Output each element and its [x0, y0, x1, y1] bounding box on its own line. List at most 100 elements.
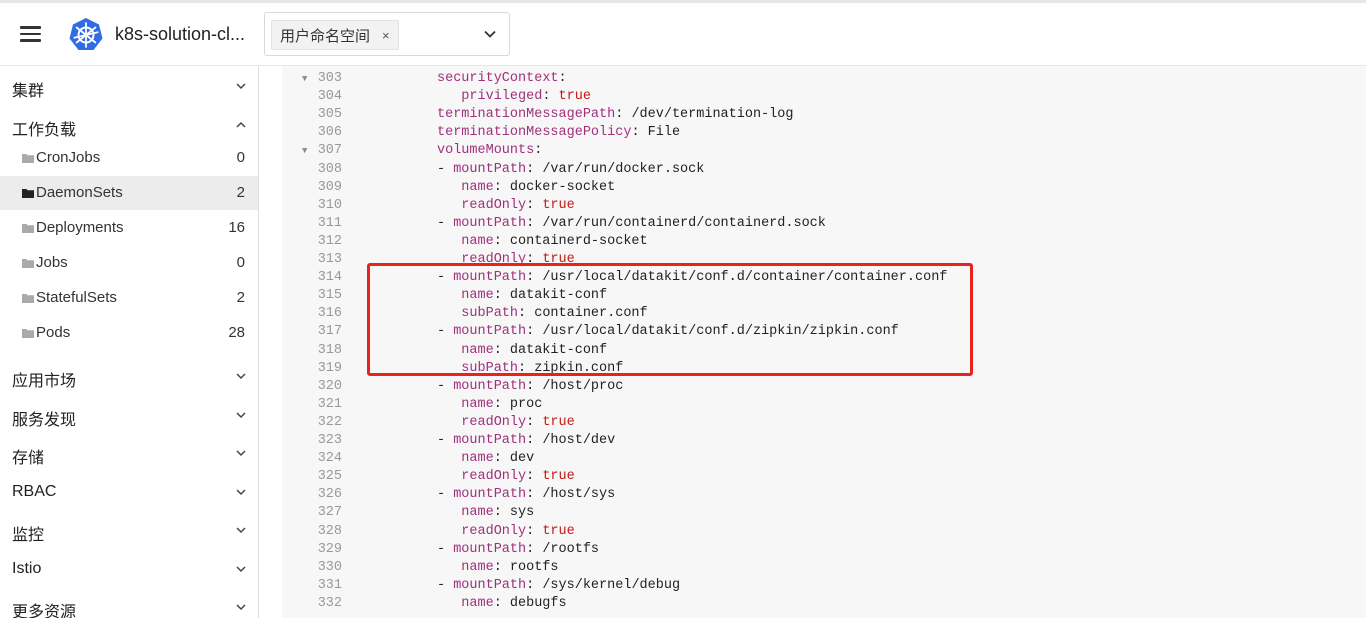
namespace-chip-label: 用户命名空间 [280, 27, 371, 45]
sidebar-item-pods[interactable]: Pods 28 [0, 316, 258, 350]
fold-toggle-icon[interactable]: ▼ [302, 142, 307, 160]
code-line: 316 subPath: container.conf [282, 305, 1366, 323]
line-number: 318 [317, 342, 342, 358]
close-icon[interactable]: × [382, 28, 390, 43]
yaml-key: name [461, 396, 494, 412]
yaml-key: terminationMessagePath [437, 107, 616, 123]
yaml-key: subPath [461, 360, 519, 376]
code-content: - mountPath: /host/sys [437, 487, 616, 503]
chevron-down-icon[interactable] [235, 563, 247, 575]
yaml-value: debugfs [509, 595, 567, 611]
sidebar-section-label: 工作负载 [12, 122, 77, 139]
yaml-value: /host/dev [542, 433, 616, 448]
code-line: 332 name: debugfs [282, 595, 1366, 613]
code-content: readOnly: true [461, 414, 575, 430]
code-line: 311 - mountPath: /var/run/containerd/cont… [282, 215, 1366, 233]
line-number: 322 [317, 414, 342, 430]
line-number: 311 [317, 215, 342, 231]
sidebar-section-5[interactable]: RBAC [0, 474, 258, 510]
code-line: 326 - mountPath: /host/sys [282, 486, 1366, 504]
code-content: privileged: true [461, 89, 591, 105]
line-number: 303 [317, 71, 342, 86]
fold-toggle-icon[interactable]: ▼ [302, 70, 307, 88]
code-content: - mountPath: /var/run/containerd/contain… [437, 215, 826, 231]
yaml-key: mountPath [453, 324, 527, 340]
code-content: readOnly: true [461, 252, 575, 267]
line-number: 325 [317, 469, 342, 485]
sidebar-item-cronjobs[interactable]: CronJobs 0 [0, 141, 258, 175]
sidebar-item-daemonsets[interactable]: DaemonSets 2 [0, 176, 258, 210]
sidebar-item-count: 28 [228, 324, 245, 341]
sidebar-item-jobs[interactable]: Jobs 0 [0, 246, 258, 280]
line-number: 313 [317, 252, 342, 267]
code-content: name: rootfs [461, 559, 559, 575]
yaml-value: /var/run/containerd/containerd.sock [542, 215, 826, 231]
sidebar-section-3[interactable]: 服务发现 [0, 397, 258, 433]
chevron-down-icon[interactable] [235, 524, 247, 536]
code-line: 328 readOnly: true [282, 523, 1366, 541]
yaml-key: terminationMessagePolicy [437, 125, 632, 141]
yaml-value: container.conf [534, 306, 648, 322]
sidebar-section-7[interactable]: Istio [0, 551, 258, 587]
chevron-down-icon[interactable] [235, 80, 247, 92]
sidebar-item-count: 0 [236, 254, 245, 271]
code-content: - mountPath: /usr/local/datakit/conf.d/c… [437, 270, 948, 286]
kubernetes-logo-icon[interactable] [68, 17, 104, 53]
code-line: 321 name: proc [282, 396, 1366, 414]
yaml-editor[interactable]: ▼ 303 securityContext: 304 privileged: true 3… [282, 66, 1366, 618]
code-line: 305 terminationMessagePath: /dev/terminat… [282, 106, 1366, 124]
chevron-down-icon[interactable] [483, 27, 497, 41]
code-content: name: proc [461, 396, 543, 412]
sidebar-section-label: 监控 [12, 527, 45, 544]
code-line: 325 readOnly: true [282, 468, 1366, 486]
sidebar-section-8[interactable]: 更多资源 [0, 589, 258, 618]
line-number: 314 [317, 270, 342, 286]
yaml-value: /usr/local/datakit/conf.d/zipkin/zipkin.… [542, 324, 899, 340]
yaml-value: proc [509, 396, 543, 412]
yaml-key: readOnly [461, 197, 527, 213]
sidebar-section-2[interactable]: 应用市场 [0, 358, 258, 394]
code-line: 330 name: rootfs [282, 559, 1366, 577]
yaml-key: name [461, 342, 494, 358]
yaml-key: mountPath [453, 270, 527, 286]
namespace-select[interactable]: 用户命名空间 × [264, 12, 510, 56]
chevron-up-icon[interactable] [235, 119, 247, 131]
chevron-down-icon[interactable] [235, 447, 247, 459]
sidebar-section-label: Istio [12, 559, 42, 577]
code-line: 329 - mountPath: /rootfs [282, 541, 1366, 559]
hamburger-icon[interactable] [20, 26, 42, 42]
line-number: 310 [317, 197, 342, 213]
yaml-key: name [461, 559, 494, 575]
sidebar-section-6[interactable]: 监控 [0, 512, 258, 548]
sidebar-item-deployments[interactable]: Deployments 16 [0, 211, 258, 245]
code-content: name: containerd-socket [461, 233, 648, 249]
code-content: name: debugfs [461, 595, 567, 611]
code-line: 313 readOnly: true [282, 251, 1366, 269]
yaml-key: name [461, 233, 494, 249]
chevron-down-icon[interactable] [235, 601, 247, 613]
chevron-down-icon[interactable] [235, 370, 247, 382]
code-content: name: docker-socket [461, 179, 616, 195]
sidebar-section-1[interactable]: 工作负载 [0, 107, 258, 143]
sidebar-section-0[interactable]: 集群 [0, 68, 258, 104]
folder-icon [22, 329, 34, 338]
code-content: readOnly: true [461, 523, 575, 539]
top-header: k8s-solution-cl... 用户命名空间 × [0, 3, 1366, 66]
yaml-value: /sys/kernel/debug [542, 577, 681, 593]
line-number: 307 [317, 143, 342, 159]
code-content: terminationMessagePolicy: File [437, 125, 681, 141]
chevron-down-icon[interactable] [235, 486, 247, 498]
yaml-value: /var/run/docker.sock [542, 161, 705, 177]
line-number: 329 [317, 541, 342, 557]
folder-icon [22, 154, 34, 163]
yaml-key: mountPath [453, 541, 527, 557]
chevron-down-icon[interactable] [235, 409, 247, 421]
sidebar-item-statefulsets[interactable]: StatefulSets 2 [0, 281, 258, 315]
sidebar-section-label: 集群 [12, 83, 45, 100]
line-number: 317 [317, 324, 342, 340]
yaml-key: mountPath [453, 487, 527, 503]
sidebar-section-4[interactable]: 存储 [0, 435, 258, 471]
cluster-title[interactable]: k8s-solution-cl... [115, 24, 250, 45]
line-number: 321 [317, 396, 342, 412]
code-line: 308 - mountPath: /var/run/docker.sock [282, 161, 1366, 179]
